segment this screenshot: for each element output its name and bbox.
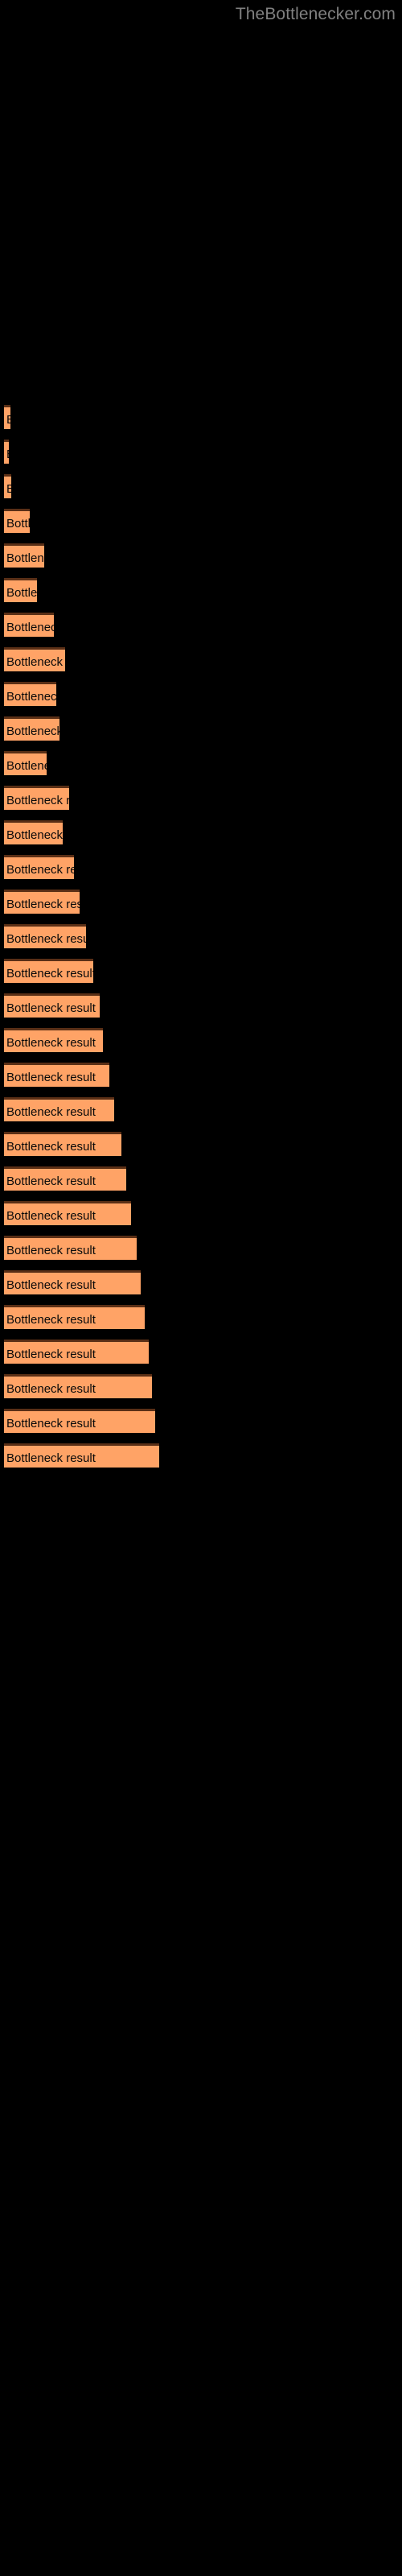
bar-label: Bottleneck result	[6, 898, 80, 911]
bar: Bottleneck result	[4, 786, 69, 810]
bar-label: Bottleneck result	[6, 1174, 96, 1188]
bar-label: Bottleneck result	[6, 690, 56, 704]
bar-label: Bottleneck result	[6, 932, 86, 946]
bar: Bottleneck result	[4, 1443, 159, 1468]
bar-row: Bottleneck result	[0, 1097, 402, 1125]
bar-label: Bottleneck result	[6, 759, 47, 773]
bar-row: Bottleneck result	[0, 786, 402, 813]
bar-row: Bottleneck result	[0, 959, 402, 986]
bar-label: Bottleneck result	[6, 621, 54, 634]
bar-label: Bottleneck result	[6, 828, 63, 842]
bar-row: Bottleneck result	[0, 716, 402, 744]
bar-row: Bottleneck result	[0, 613, 402, 640]
bar-label: Bottleneck result	[6, 1313, 96, 1327]
bar-row: Bottleneck result	[0, 474, 402, 502]
bar: Bottleneck result	[4, 1063, 109, 1087]
bar-row: Bottleneck result	[0, 1236, 402, 1263]
bar: Bottleneck result	[4, 440, 9, 464]
bar-row: Bottleneck result	[0, 1270, 402, 1298]
bar-row: Bottleneck result	[0, 647, 402, 675]
bar: Bottleneck result	[4, 1374, 152, 1398]
bar-label: Bottleneck result	[6, 1417, 96, 1430]
bar-row: Bottleneck result	[0, 1443, 402, 1471]
bar-row: Bottleneck result	[0, 1201, 402, 1228]
bar-label: Bottleneck result	[6, 1451, 96, 1465]
bar-row: Bottleneck result	[0, 1305, 402, 1332]
bar: Bottleneck result	[4, 578, 37, 602]
bar: Bottleneck result	[4, 1409, 155, 1433]
bar: Bottleneck result	[4, 1236, 137, 1260]
bar-row: Bottleneck result	[0, 820, 402, 848]
bar: Bottleneck result	[4, 820, 63, 844]
bar: Bottleneck result	[4, 716, 59, 741]
bar-row: Bottleneck result	[0, 543, 402, 571]
bar-row: Bottleneck result	[0, 1374, 402, 1402]
bar: Bottleneck result	[4, 1201, 131, 1225]
bar-label: Bottleneck result	[6, 1001, 96, 1015]
bar: Bottleneck result	[4, 1340, 149, 1364]
bar-label: Bottleneck result	[6, 724, 59, 738]
bar-label: Bottleneck result	[6, 1071, 96, 1084]
bar-label: Bottleneck result	[6, 863, 74, 877]
bar-row: Bottleneck result	[0, 1166, 402, 1194]
bar-label: Bottleneck result	[6, 410, 10, 429]
bar-row: Bottleneck result	[0, 1063, 402, 1090]
bar: Bottleneck result	[4, 993, 100, 1018]
bar-label: Bottleneck result	[6, 1348, 96, 1361]
bar: Bottleneck result	[4, 509, 30, 533]
bar-label: Bottleneck result	[6, 655, 65, 669]
bar-row: Bottleneck result	[0, 1132, 402, 1159]
bar-row: Bottleneck result	[0, 440, 402, 467]
bar-label: Bottleneck result	[6, 444, 9, 464]
bar: Bottleneck result	[4, 474, 11, 498]
bar-row: Bottleneck result	[0, 405, 402, 432]
bar: Bottleneck result	[4, 1132, 121, 1156]
bar-label: Bottleneck result	[6, 479, 11, 498]
bar-label: Bottleneck result	[6, 517, 30, 530]
bar: Bottleneck result	[4, 543, 44, 568]
bar-label: Bottleneck result	[6, 586, 37, 600]
bar: Bottleneck result	[4, 890, 80, 914]
bottleneck-bar-chart: Bottleneck result Bottleneck result Bottle…	[0, 0, 402, 2576]
bar-row: Bottleneck result	[0, 924, 402, 952]
bar-label: Bottleneck result	[6, 1140, 96, 1154]
bar-row: Bottleneck result	[0, 509, 402, 536]
bar-label: Bottleneck result	[6, 794, 69, 807]
bar-label: Bottleneck result	[6, 1278, 96, 1292]
page-root: TheBottlenecker.com Bottleneck resultBot…	[0, 0, 402, 2576]
bar-row: Bottleneck result	[0, 890, 402, 917]
bar-row: Bottleneck result	[0, 751, 402, 778]
bar-row: Bottleneck result	[0, 993, 402, 1021]
bar-label: Bottleneck result	[6, 1209, 96, 1223]
bar: Bottleneck result	[4, 959, 93, 983]
bar: Bottleneck result	[4, 1305, 145, 1329]
bar: Bottleneck result	[4, 1270, 141, 1294]
bar-label: Bottleneck result	[6, 1105, 96, 1119]
bar-label: Bottleneck result	[6, 1036, 96, 1050]
bar: Bottleneck result	[4, 855, 74, 879]
bar: Bottleneck result	[4, 751, 47, 775]
bar-label: Bottleneck result	[6, 1382, 96, 1396]
bar: Bottleneck result	[4, 1097, 114, 1121]
bar-row: Bottleneck result	[0, 682, 402, 709]
bar-row: Bottleneck result	[0, 855, 402, 882]
bar-row: Bottleneck result	[0, 1340, 402, 1367]
bar-label: Bottleneck result	[6, 1244, 96, 1257]
bar: Bottleneck result	[4, 405, 10, 429]
bar: Bottleneck result	[4, 647, 65, 671]
bar-row: Bottleneck result	[0, 1028, 402, 1055]
bar-label: Bottleneck result	[6, 551, 44, 565]
bar-row: Bottleneck result	[0, 1409, 402, 1436]
bar-row: Bottleneck result	[0, 578, 402, 605]
bar: Bottleneck result	[4, 1166, 126, 1191]
bar: Bottleneck result	[4, 1028, 103, 1052]
bar: Bottleneck result	[4, 924, 86, 948]
bar: Bottleneck result	[4, 682, 56, 706]
bar-label: Bottleneck result	[6, 967, 93, 980]
bar: Bottleneck result	[4, 613, 54, 637]
